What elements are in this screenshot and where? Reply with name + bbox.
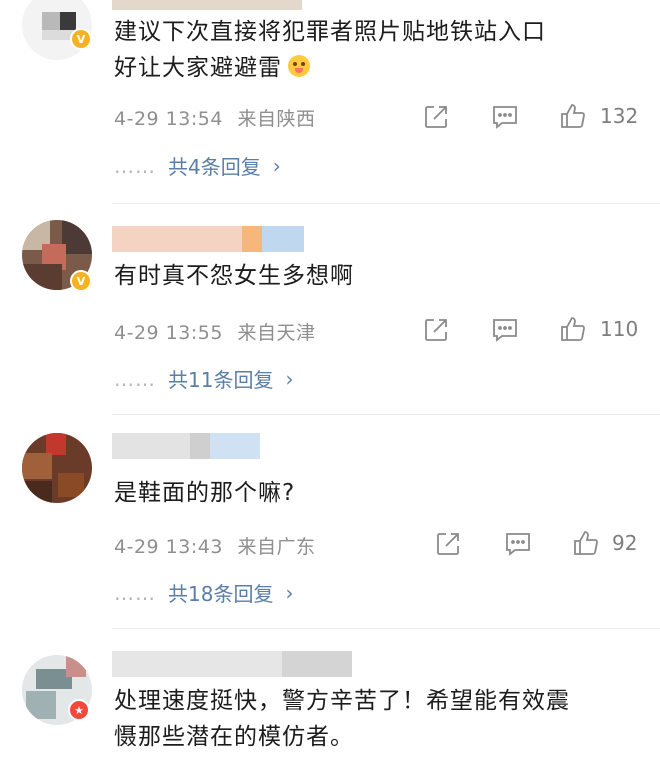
chevron-right-icon: › xyxy=(272,153,281,178)
comment-meta: 4-29 13:55 来自天津 xyxy=(114,318,315,345)
view-replies-link[interactable]: …… 共18条回复 › xyxy=(114,578,293,607)
verified-badge-icon: V xyxy=(70,28,92,50)
comment-meta: 4-29 13:43 来自广东 xyxy=(114,532,315,559)
official-badge-icon: ★ xyxy=(68,699,90,721)
verified-badge-icon: V xyxy=(70,270,92,292)
chevron-right-icon: › xyxy=(285,580,294,605)
timestamp: 4-29 13:54 xyxy=(114,108,223,130)
like-icon[interactable] xyxy=(558,314,588,344)
view-replies-link[interactable]: …… 共11条回复 › xyxy=(114,364,293,393)
divider xyxy=(112,414,660,415)
comment-icon[interactable] xyxy=(490,315,520,345)
like-count: 132 xyxy=(600,104,639,128)
view-replies-link[interactable]: …… 共4条回复 › xyxy=(114,151,281,180)
share-icon[interactable] xyxy=(421,315,451,345)
smiling-with-hands-emoji xyxy=(288,55,310,77)
share-icon[interactable] xyxy=(433,529,463,559)
timestamp: 4-29 13:55 xyxy=(114,322,223,344)
location: 来自陕西 xyxy=(237,108,316,130)
location: 来自天津 xyxy=(237,322,316,344)
avatar[interactable] xyxy=(22,433,92,503)
share-icon[interactable] xyxy=(421,102,451,132)
comment-meta: 4-29 13:54 来自陕西 xyxy=(114,104,315,131)
location: 来自广东 xyxy=(237,536,316,558)
divider xyxy=(112,628,660,629)
comment-text: 是鞋面的那个嘛? xyxy=(114,480,296,506)
like-icon[interactable] xyxy=(571,528,601,558)
comment-text: 建议下次直接将犯罪者照片贴地铁站入口 好让大家避避雷 xyxy=(114,19,546,81)
divider xyxy=(112,203,660,204)
comment-icon[interactable] xyxy=(490,102,520,132)
like-count: 92 xyxy=(612,531,638,555)
comment-text: 处理速度挺快，警方辛苦了！希望能有效震 慑那些潜在的模仿者。 xyxy=(114,688,570,750)
comment-text: 有时真不怨女生多想啊 xyxy=(114,263,354,289)
like-count: 110 xyxy=(600,317,639,341)
like-icon[interactable] xyxy=(558,101,588,131)
timestamp: 4-29 13:43 xyxy=(114,536,223,558)
comment-icon[interactable] xyxy=(503,529,533,559)
chevron-right-icon: › xyxy=(285,366,294,391)
